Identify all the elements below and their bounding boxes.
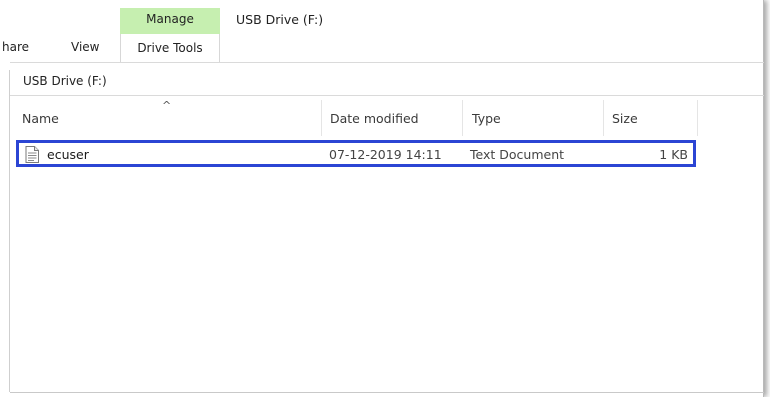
file-size: 1 KB (659, 147, 688, 162)
tab-share[interactable]: hare (2, 40, 29, 58)
column-header-type-label: Type (472, 111, 501, 126)
column-header-type[interactable]: Type (462, 100, 603, 136)
column-header-size-label: Size (612, 111, 638, 126)
file-date-modified: 07-12-2019 14:11 (329, 147, 442, 162)
file-type: Text Document (470, 147, 565, 162)
file-row[interactable]: ecuser 07-12-2019 14:11 Text Document 1 … (16, 140, 696, 167)
ribbon-divider (10, 62, 764, 63)
address-bar[interactable]: USB Drive (F:) (10, 70, 764, 94)
column-header-size[interactable]: Size (603, 100, 698, 136)
text-document-icon (25, 146, 39, 163)
column-header-name-label: Name (22, 111, 59, 126)
column-header-name[interactable]: ^ Name (10, 99, 321, 136)
window-bottom-border (10, 392, 764, 393)
column-header-date-label: Date modified (330, 111, 419, 126)
ribbon-tab-bar: hare View Manage Drive Tools USB Drive (… (0, 0, 764, 62)
context-group-manage: Manage (120, 8, 220, 34)
sort-ascending-icon: ^ (162, 99, 172, 112)
address-path[interactable]: USB Drive (F:) (23, 74, 107, 88)
tab-drive-tools[interactable]: Drive Tools (120, 34, 220, 62)
window-title: USB Drive (F:) (236, 12, 324, 27)
file-name: ecuser (47, 147, 89, 162)
address-divider (10, 95, 764, 96)
tab-view[interactable]: View (71, 40, 99, 58)
column-header-date-modified[interactable]: Date modified (321, 100, 462, 136)
